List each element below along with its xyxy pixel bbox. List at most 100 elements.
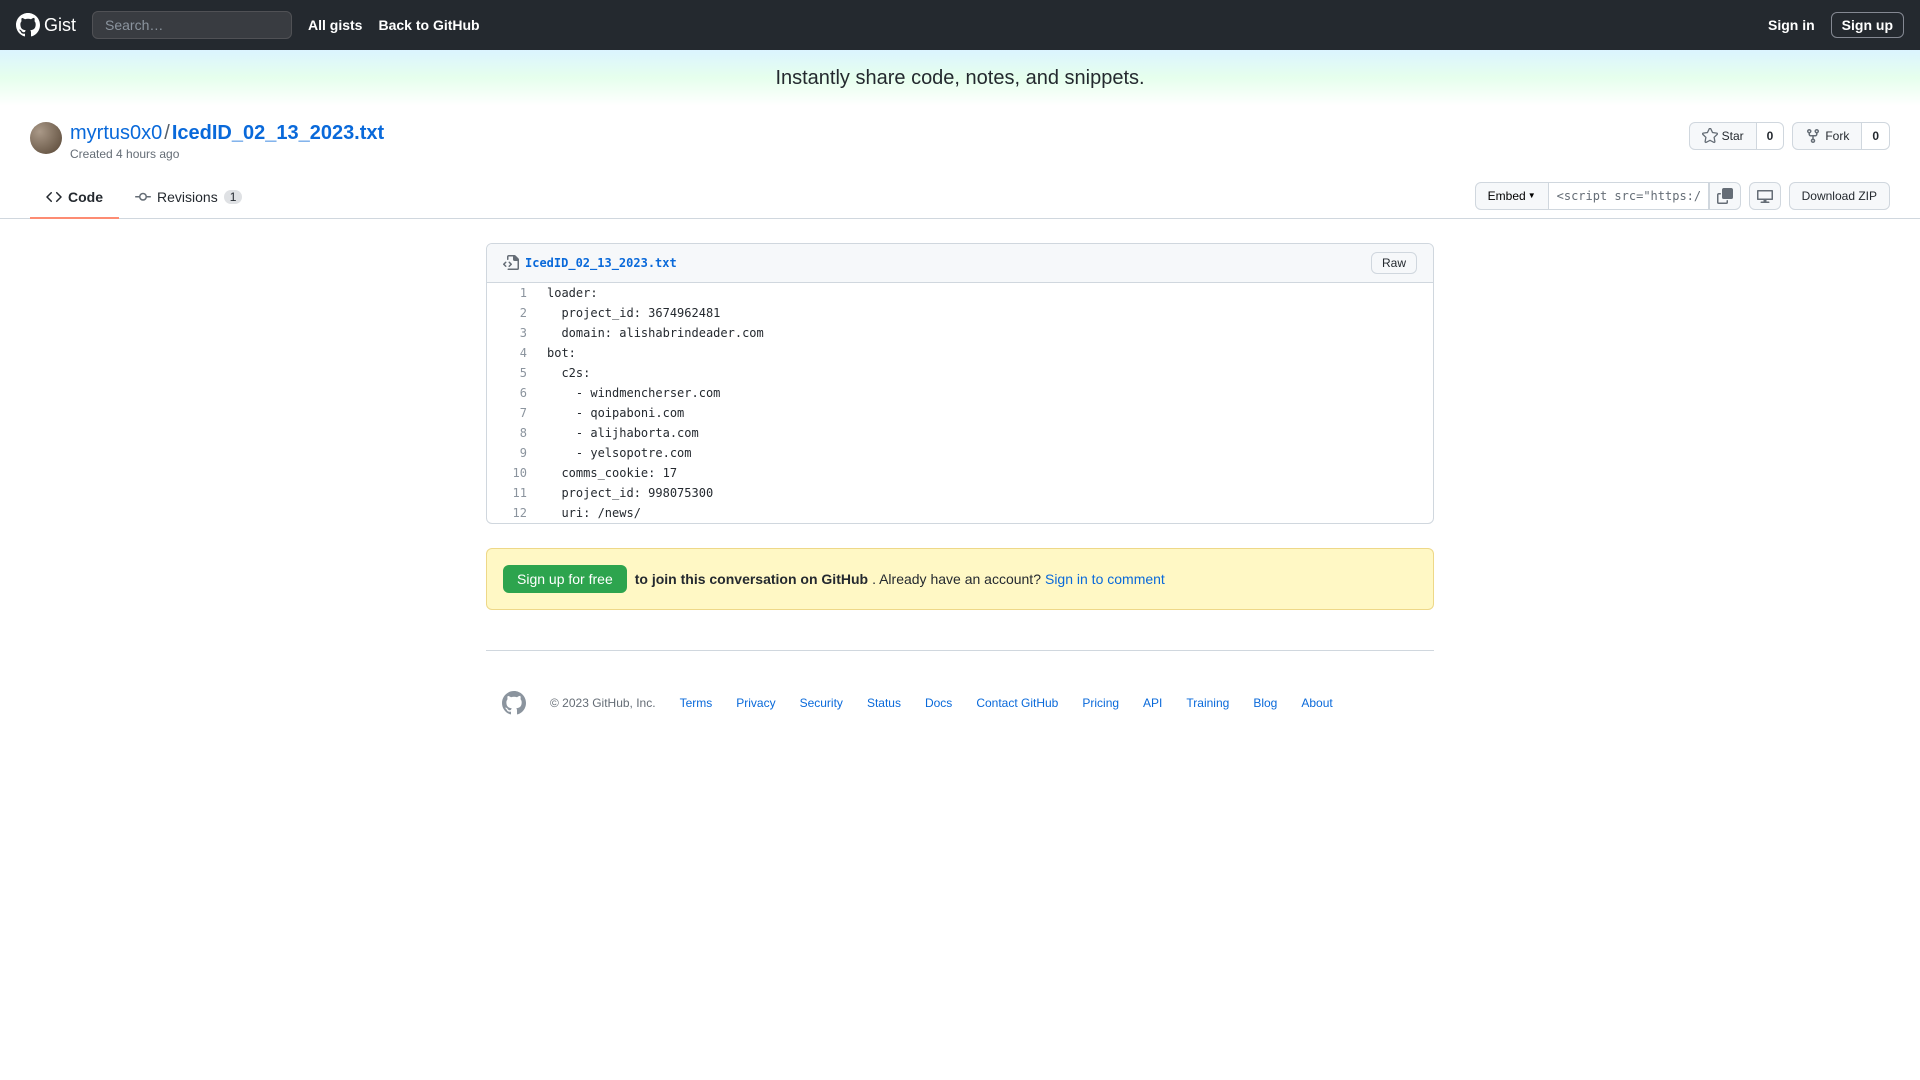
star-icon bbox=[1702, 128, 1718, 144]
code-line: 8 - alijhaborta.com bbox=[487, 423, 1433, 443]
line-number[interactable]: 11 bbox=[487, 483, 537, 503]
gist-logo[interactable]: Gist bbox=[16, 13, 76, 37]
line-number[interactable]: 6 bbox=[487, 383, 537, 403]
line-number[interactable]: 1 bbox=[487, 283, 537, 303]
line-content: uri: /news/ bbox=[537, 503, 1433, 523]
raw-button[interactable]: Raw bbox=[1371, 252, 1417, 274]
code-line: 12 uri: /news/ bbox=[487, 503, 1433, 523]
footer-link-terms[interactable]: Terms bbox=[680, 696, 713, 710]
line-number[interactable]: 5 bbox=[487, 363, 537, 383]
line-number[interactable]: 10 bbox=[487, 463, 537, 483]
avatar[interactable] bbox=[30, 122, 62, 154]
main-content: IcedID_02_13_2023.txt Raw 1loader:2 proj… bbox=[470, 243, 1450, 755]
line-content: project_id: 998075300 bbox=[537, 483, 1433, 503]
tab-code-label: Code bbox=[68, 189, 103, 205]
star-button[interactable]: Star bbox=[1689, 122, 1757, 150]
footer-link-blog[interactable]: Blog bbox=[1253, 696, 1277, 710]
line-number[interactable]: 7 bbox=[487, 403, 537, 423]
download-zip-link[interactable]: Download ZIP bbox=[1789, 182, 1890, 210]
tab-code[interactable]: Code bbox=[30, 181, 119, 219]
line-content: - yelsopotre.com bbox=[537, 443, 1433, 463]
fork-label: Fork bbox=[1825, 129, 1849, 143]
tabs-right: Embed ▼ Download ZIP bbox=[1475, 182, 1890, 218]
footer-link-pricing[interactable]: Pricing bbox=[1082, 696, 1119, 710]
code-line: 2 project_id: 3674962481 bbox=[487, 303, 1433, 323]
revisions-count-badge: 1 bbox=[224, 190, 243, 204]
header-right: Sign in Sign up bbox=[1768, 12, 1904, 38]
footer-link-about[interactable]: About bbox=[1301, 696, 1332, 710]
title-separator: / bbox=[164, 122, 170, 144]
star-group: Star 0 bbox=[1689, 122, 1785, 150]
line-content: - windmencherser.com bbox=[537, 383, 1433, 403]
nav-back-to-github[interactable]: Back to GitHub bbox=[378, 17, 479, 33]
file-header: IcedID_02_13_2023.txt Raw bbox=[487, 244, 1433, 283]
copy-icon bbox=[1717, 188, 1733, 204]
logo-text: Gist bbox=[44, 15, 76, 36]
footer-link-privacy[interactable]: Privacy bbox=[736, 696, 775, 710]
signup-free-button[interactable]: Sign up for free bbox=[503, 565, 627, 593]
signin-link[interactable]: Sign in bbox=[1768, 17, 1815, 33]
line-content: - qoipaboni.com bbox=[537, 403, 1433, 423]
github-icon bbox=[16, 13, 40, 37]
code-line: 4bot: bbox=[487, 343, 1433, 363]
signin-comment-link[interactable]: Sign in to comment bbox=[1045, 571, 1165, 587]
line-number[interactable]: 12 bbox=[487, 503, 537, 523]
code-body: 1loader:2 project_id: 36749624813 domain… bbox=[487, 283, 1433, 523]
fork-icon bbox=[1805, 128, 1821, 144]
footer-link-training[interactable]: Training bbox=[1186, 696, 1229, 710]
created-time: Created 4 hours ago bbox=[70, 147, 384, 161]
nav-all-gists[interactable]: All gists bbox=[308, 17, 362, 33]
line-content: project_id: 3674962481 bbox=[537, 303, 1433, 323]
line-number[interactable]: 4 bbox=[487, 343, 537, 363]
copy-button[interactable] bbox=[1709, 182, 1741, 210]
signup-button[interactable]: Sign up bbox=[1831, 12, 1904, 38]
footer-link-security[interactable]: Security bbox=[800, 696, 843, 710]
header: Gist All gists Back to GitHub Sign in Si… bbox=[0, 0, 1920, 50]
fork-button[interactable]: Fork bbox=[1792, 122, 1862, 150]
author-link[interactable]: myrtus0x0 bbox=[70, 122, 162, 144]
caret-down-icon: ▼ bbox=[1528, 191, 1536, 200]
tab-revisions[interactable]: Revisions 1 bbox=[119, 181, 258, 219]
copyright: © 2023 GitHub, Inc. bbox=[550, 696, 656, 710]
code-line: 5 c2s: bbox=[487, 363, 1433, 383]
line-content: - alijhaborta.com bbox=[537, 423, 1433, 443]
desktop-button[interactable] bbox=[1749, 182, 1781, 210]
footer-link-docs[interactable]: Docs bbox=[925, 696, 952, 710]
code-line: 1loader: bbox=[487, 283, 1433, 303]
line-content: bot: bbox=[537, 343, 1433, 363]
line-content: loader: bbox=[537, 283, 1433, 303]
code-line: 10 comms_cookie: 17 bbox=[487, 463, 1433, 483]
promo-banner: Instantly share code, notes, and snippet… bbox=[0, 50, 1920, 106]
title-block: myrtus0x0/IcedID_02_13_2023.txt Created … bbox=[70, 122, 384, 161]
footer-link-status[interactable]: Status bbox=[867, 696, 901, 710]
line-number[interactable]: 8 bbox=[487, 423, 537, 443]
github-footer-icon[interactable] bbox=[502, 691, 526, 715]
gist-meta: myrtus0x0/IcedID_02_13_2023.txt Created … bbox=[0, 106, 1920, 161]
file-code-icon bbox=[503, 255, 519, 271]
comment-cta: Sign up for free to join this conversati… bbox=[486, 548, 1434, 610]
search-input[interactable] bbox=[92, 11, 292, 39]
desktop-icon bbox=[1757, 188, 1773, 204]
line-content: comms_cookie: 17 bbox=[537, 463, 1433, 483]
meta-actions: Star 0 Fork 0 bbox=[1689, 122, 1890, 150]
footer-links: Terms Privacy Security Status Docs Contact Gi… bbox=[680, 696, 1333, 710]
file-name-link[interactable]: IcedID_02_13_2023.txt bbox=[503, 255, 677, 271]
gist-title: myrtus0x0/IcedID_02_13_2023.txt bbox=[70, 122, 384, 145]
footer-link-api[interactable]: API bbox=[1143, 696, 1162, 710]
star-count[interactable]: 0 bbox=[1757, 122, 1785, 150]
line-number[interactable]: 2 bbox=[487, 303, 537, 323]
footer-link-contact-github[interactable]: Contact GitHub bbox=[976, 696, 1058, 710]
embed-dropdown[interactable]: Embed ▼ bbox=[1475, 182, 1549, 210]
tabs-row: Code Revisions 1 Embed ▼ Download ZIP bbox=[0, 181, 1920, 219]
tab-revisions-label: Revisions bbox=[157, 189, 218, 205]
filename-link[interactable]: IcedID_02_13_2023.txt bbox=[172, 122, 384, 144]
file-name-text: IcedID_02_13_2023.txt bbox=[525, 256, 677, 270]
line-content: domain: alishabrindeader.com bbox=[537, 323, 1433, 343]
line-content: c2s: bbox=[537, 363, 1433, 383]
fork-count[interactable]: 0 bbox=[1862, 122, 1890, 150]
line-number[interactable]: 3 bbox=[487, 323, 537, 343]
embed-url-input[interactable] bbox=[1549, 182, 1709, 210]
nav-links: All gists Back to GitHub bbox=[308, 17, 480, 33]
revisions-icon bbox=[135, 189, 151, 205]
line-number[interactable]: 9 bbox=[487, 443, 537, 463]
